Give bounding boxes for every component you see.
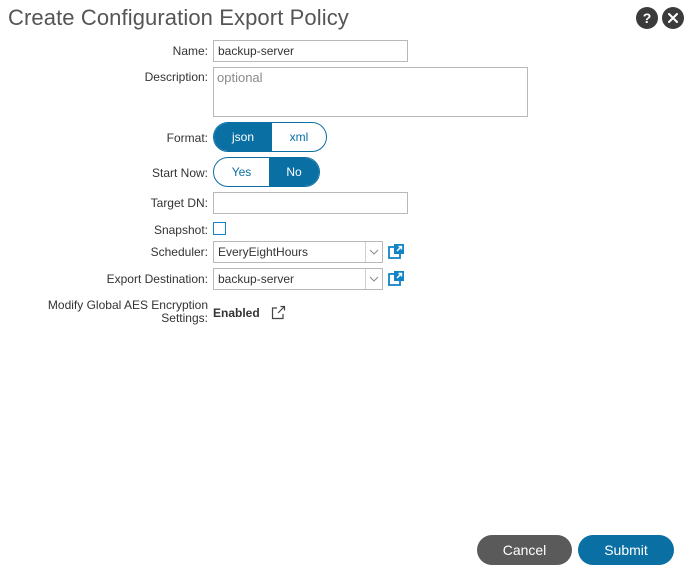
start-now-label: Start Now: [151, 166, 208, 180]
target-dn-input[interactable] [213, 192, 408, 214]
aes-settings-value: Enabled [213, 306, 260, 320]
description-label: Description: [144, 70, 208, 84]
format-toggle: json xml [213, 122, 327, 152]
scheduler-select[interactable]: EveryEightHours [213, 241, 383, 263]
close-button[interactable] [662, 7, 684, 29]
chevron-down-icon [369, 276, 379, 282]
export-destination-dropdown-button[interactable] [365, 269, 382, 289]
aes-settings-label-line2: Settings: [161, 311, 208, 325]
submit-button[interactable]: Submit [578, 535, 674, 565]
aes-settings-label: Modify Global AES Encryption Settings: [48, 299, 208, 325]
start-now-option-no[interactable]: No [269, 158, 319, 186]
export-destination-select[interactable]: backup-server [213, 268, 383, 290]
aes-settings-link[interactable] [271, 305, 286, 320]
scheduler-dropdown-button[interactable] [365, 242, 382, 262]
name-label: Name: [172, 44, 208, 58]
name-input[interactable] [213, 40, 408, 62]
format-option-xml[interactable]: xml [272, 123, 326, 151]
dialog-title: Create Configuration Export Policy [8, 5, 349, 30]
start-now-option-yes[interactable]: Yes [214, 158, 269, 186]
export-destination-open-button[interactable] [388, 270, 405, 287]
help-button[interactable]: ? [636, 7, 658, 29]
scheduler-label: Scheduler: [150, 245, 208, 259]
external-window-icon [388, 244, 404, 259]
format-label: Format: [166, 131, 208, 145]
target-dn-label: Target DN: [150, 196, 208, 210]
external-link-icon [271, 305, 286, 320]
snapshot-label: Snapshot: [153, 223, 208, 237]
format-option-json[interactable]: json [214, 123, 272, 151]
export-destination-value: backup-server [218, 272, 295, 286]
chevron-down-icon [369, 249, 379, 255]
cancel-button[interactable]: Cancel [477, 535, 572, 565]
scheduler-open-button[interactable] [388, 243, 405, 260]
snapshot-checkbox[interactable] [213, 222, 226, 235]
external-window-icon [388, 271, 404, 286]
question-icon: ? [642, 10, 652, 26]
close-icon [668, 13, 678, 23]
export-destination-label: Export Destination: [106, 272, 208, 286]
description-input[interactable] [213, 67, 528, 117]
start-now-toggle: Yes No [213, 157, 320, 187]
scheduler-value: EveryEightHours [218, 245, 309, 259]
